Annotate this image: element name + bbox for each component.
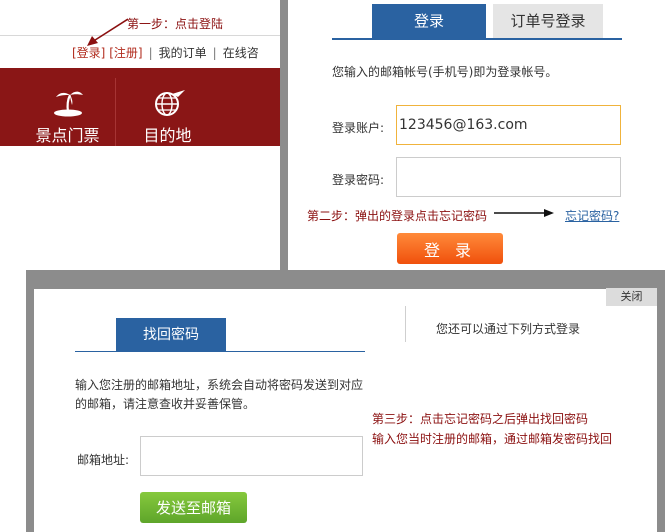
login-button[interactable]: 登 录 [397,233,503,264]
login-link[interactable]: [登录] [72,46,105,60]
nav-item-destination[interactable]: 目的地 [120,68,215,146]
section-divider [405,306,406,342]
tab-order-login[interactable]: 订单号登录 [493,4,603,38]
send-to-email-button[interactable]: 发送至邮箱 [140,492,247,523]
globe-plane-icon [154,90,185,116]
annotation-arrow-icon [494,209,554,217]
nav-separator: | [148,46,153,60]
password-label: 登录密码: [332,173,385,187]
alt-login-text: 您还可以通过下列方式登录 [436,322,581,336]
top-nav: [登录] [注册] | 我的订单 | 在线咨 [72,44,282,62]
my-orders-link[interactable]: 我的订单 [159,46,207,60]
email-label: 邮箱地址: [77,453,130,467]
nav-item-label: 目的地 [143,126,192,145]
tab-login[interactable]: 登录 [372,4,486,38]
step1-annotation: 第一步：点击登陆 [127,17,224,31]
tab-underline [332,38,622,40]
nav-item-label: 景点门票 [35,126,100,145]
step3-annotation: 第三步：点击忘记密码之后弹出找回密码 输入您当时注册的邮箱，通过邮箱发密码找回 [372,409,612,449]
password-input[interactable] [396,157,621,197]
tab-recover-password[interactable]: 找回密码 [116,318,226,352]
login-dialog: 登录 订单号登录 您输入的邮箱帐号(手机号)即为登录帐号。 登录账户: 登录密码… [288,0,665,270]
tab-underline [75,351,365,352]
step2-annotation: 第二步：弹出的登录点击忘记密码 [307,209,488,223]
palm-island-icon [53,91,83,117]
account-label: 登录账户: [332,121,385,135]
header-divider [0,35,282,36]
step3-line: 第三步：点击忘记密码之后弹出找回密码 [372,412,589,426]
account-input[interactable] [396,105,621,145]
step3-line: 输入您当时注册的邮箱，通过邮箱发密码找回 [372,432,613,446]
email-input[interactable] [140,436,363,476]
nav-divider [115,78,116,146]
online-consult-link[interactable]: 在线咨 [223,46,259,60]
forgot-password-link[interactable]: 忘记密码? [565,207,619,224]
login-hint: 您输入的邮箱帐号(手机号)即为登录帐号。 [332,65,558,79]
main-nav-bar: 景点门票 目的地 [0,68,282,146]
register-link[interactable]: [注册] [109,46,142,60]
nav-separator: | [212,46,217,60]
close-button[interactable]: 关闭 [606,288,657,306]
site-header-panel: 第一步：点击登陆 [登录] [注册] | 我的订单 | 在线咨 景点门票 目的地 [0,0,282,276]
nav-item-tickets[interactable]: 景点门票 [20,68,115,146]
recover-description: 输入您注册的邮箱地址，系统会自动将密码发送到对应的邮箱，请注意查收并妥善保管。 [75,378,364,411]
